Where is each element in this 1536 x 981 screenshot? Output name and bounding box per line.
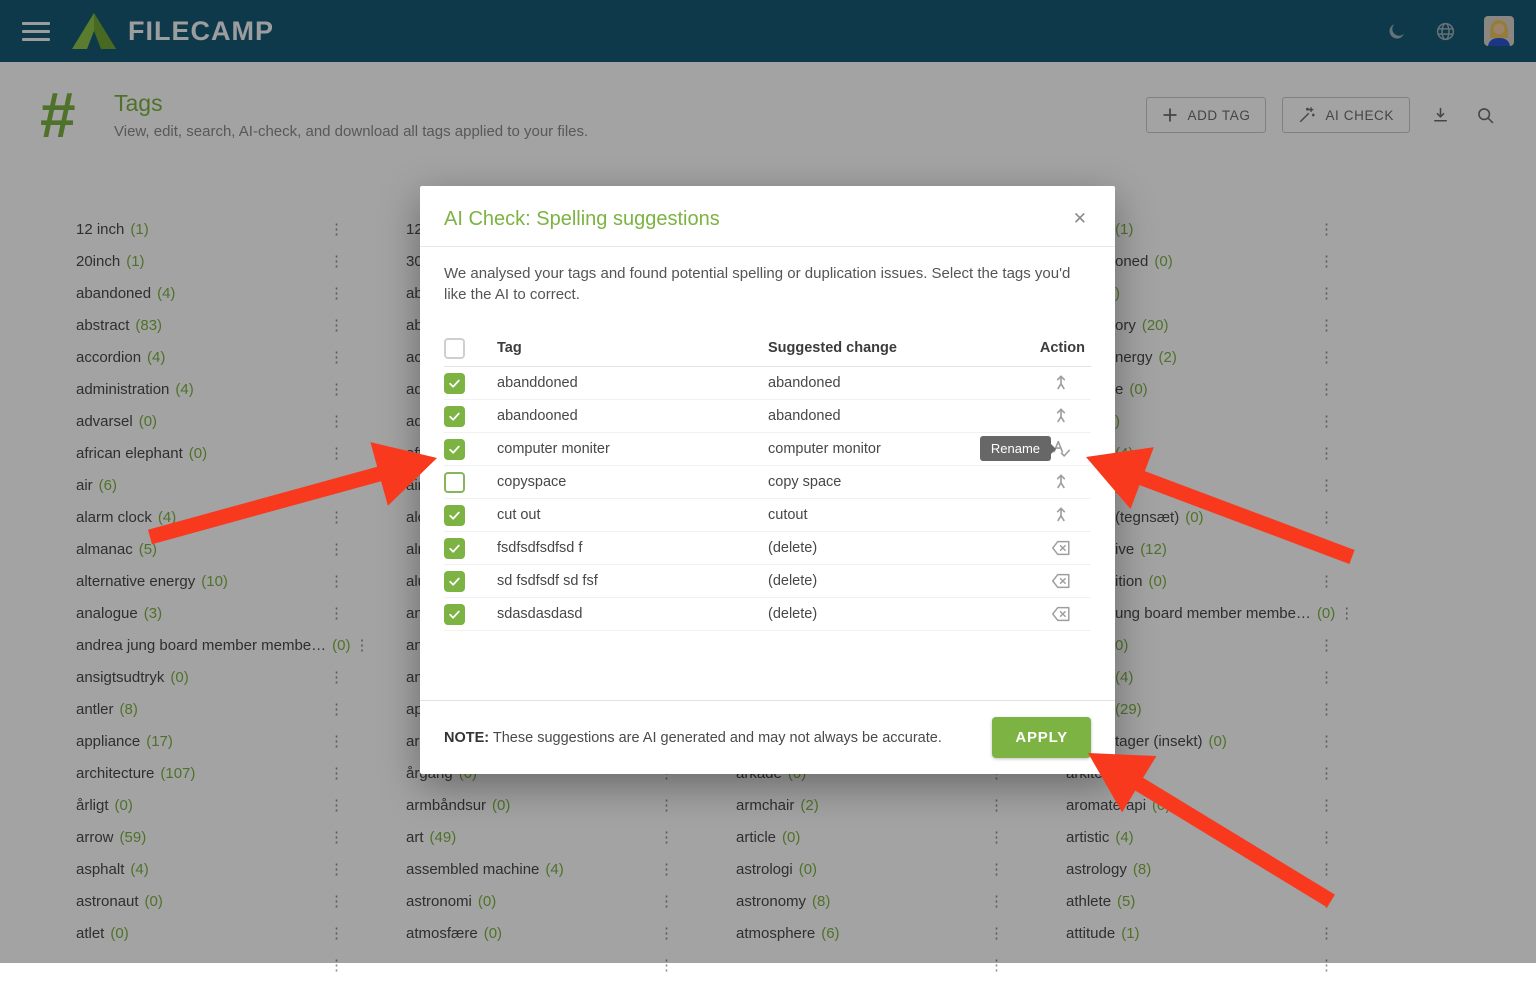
rename-tooltip: Rename (980, 436, 1051, 461)
suggested-change-cell: (delete) (768, 573, 1031, 589)
suggestion-row: sdasdasdasd(delete) (444, 598, 1091, 631)
row-checkbox[interactable] (444, 571, 465, 592)
suggestion-row: computer monitercomputer monitorRename (444, 433, 1091, 466)
suggested-change-cell: abandoned (768, 408, 1031, 424)
tag-cell: computer moniter (497, 441, 768, 457)
tag-cell: sdasdasdasd (497, 606, 768, 622)
close-icon[interactable]: ✕ (1069, 207, 1091, 231)
apply-button[interactable]: APPLY (992, 717, 1091, 758)
suggestion-row: copyspacecopy space (444, 466, 1091, 499)
tag-cell: cut out (497, 507, 768, 523)
merge-icon[interactable] (1051, 472, 1071, 492)
tag-cell: sd fsdfsdf sd fsf (497, 573, 768, 589)
table-header-row: Tag Suggested change Action (444, 330, 1091, 367)
row-checkbox[interactable] (444, 538, 465, 559)
modal-intro-text: We analysed your tags and found potentia… (444, 263, 1094, 305)
row-checkbox[interactable] (444, 439, 465, 460)
suggestion-row: abandoonedabandoned (444, 400, 1091, 433)
row-checkbox[interactable] (444, 604, 465, 625)
action-column-header: Action (1031, 340, 1091, 356)
row-checkbox[interactable] (444, 472, 465, 493)
tag-cell: fsdfsdfsdfsd f (497, 540, 768, 556)
select-all-checkbox[interactable] (444, 338, 465, 359)
delete-icon[interactable] (1050, 570, 1072, 592)
suggested-change-cell: (delete) (768, 606, 1031, 622)
suggested-change-cell: copy space (768, 474, 1031, 490)
tag-cell: copyspace (497, 474, 768, 490)
tag-cell: abandooned (497, 408, 768, 424)
tag-cell: abanddoned (497, 375, 768, 391)
modal-title: AI Check: Spelling suggestions (444, 208, 720, 231)
row-checkbox[interactable] (444, 406, 465, 427)
suggestions-table: Tag Suggested change Action abanddonedab… (444, 330, 1091, 631)
modal-footer: NOTE: These suggestions are AI generated… (420, 700, 1115, 774)
tag-column-header: Tag (497, 340, 768, 356)
suggested-change-cell: cutout (768, 507, 1031, 523)
suggestion-row: sd fsdfsdf sd fsf(delete) (444, 565, 1091, 598)
merge-icon[interactable] (1051, 406, 1071, 426)
suggestion-row: fsdfsdfsdfsd f(delete) (444, 532, 1091, 565)
delete-icon[interactable] (1050, 603, 1072, 625)
suggested-change-cell: (delete) (768, 540, 1031, 556)
suggestion-row: abanddonedabandoned (444, 367, 1091, 400)
delete-icon[interactable] (1050, 537, 1072, 559)
ai-note-text: NOTE: These suggestions are AI generated… (444, 730, 942, 746)
merge-icon[interactable] (1051, 505, 1071, 525)
ai-check-modal: AI Check: Spelling suggestions ✕ We anal… (420, 186, 1115, 774)
row-checkbox[interactable] (444, 505, 465, 526)
row-checkbox[interactable] (444, 373, 465, 394)
suggested-change-column-header: Suggested change (768, 340, 1031, 356)
suggestion-row: cut outcutout (444, 499, 1091, 532)
suggested-change-cell: abandoned (768, 375, 1031, 391)
merge-icon[interactable] (1051, 373, 1071, 393)
